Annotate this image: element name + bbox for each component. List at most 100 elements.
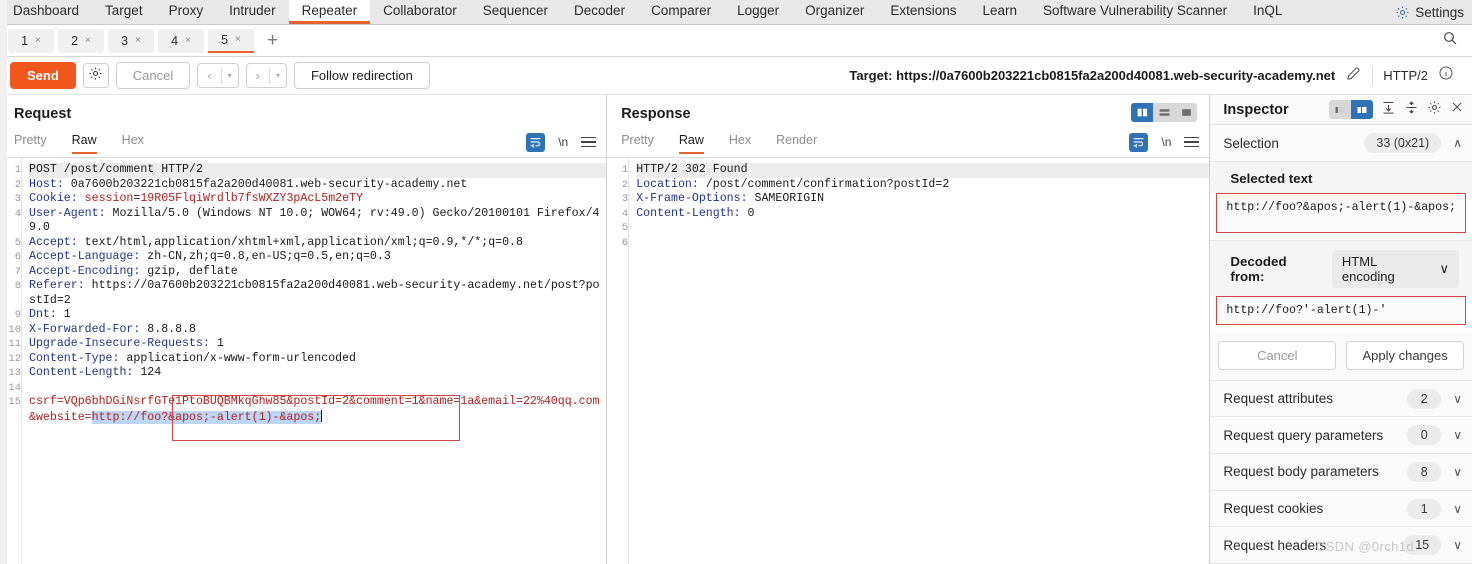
inspector-selection-row[interactable]: Selection 33 (0x21) ∧ [1210,125,1472,162]
repeater-tab-2[interactable]: 2 × [58,28,104,53]
split-horizontal-icon[interactable] [1153,103,1176,122]
header-value: application/x-www-form-urlencoded [119,351,357,365]
close-icon[interactable]: × [235,34,241,45]
divider [1372,66,1374,85]
row-count-badge: 15 [1403,535,1442,556]
main-tab-repeater[interactable]: Repeater [288,0,371,24]
main-tab-collaborator[interactable]: Collaborator [370,0,470,24]
header-value: Mozilla/5.0 (Windows NT 10.0; WOW64; rv:… [29,206,600,235]
request-tab-pretty[interactable]: Pretty [14,133,47,154]
chevron-down-icon[interactable]: ∨ [1453,538,1462,552]
repeater-tab-4[interactable]: 4 × [158,28,204,53]
request-tab-hex[interactable]: Hex [122,133,144,154]
repeater-tab-5[interactable]: 5 × [208,28,254,53]
repeater-tab-3[interactable]: 3 × [108,28,154,53]
inspector-row-request-headers[interactable]: Request headers 15 ∨ [1210,527,1472,564]
apply-changes-button[interactable]: Apply changes [1346,340,1464,370]
main-tab-logger[interactable]: Logger [724,0,792,24]
repeater-tab-1[interactable]: 1 × [8,28,54,53]
newline-icon[interactable]: \n [558,135,568,149]
chevron-down-icon[interactable]: ∨ [1453,465,1462,479]
prev-request-button[interactable]: ‹ [198,68,220,83]
panel-right-icon[interactable] [1351,100,1373,120]
next-request-button[interactable]: › [247,68,269,83]
hamburger-menu-icon[interactable] [581,136,597,148]
request-line-6: Accept-Language: zh-CN,zh;q=0.8,en-US;q=… [29,250,391,263]
collapse-all-icon[interactable] [1404,100,1419,120]
inspector-row-request-cookies[interactable]: Request cookies 1 ∨ [1210,490,1472,528]
pencil-icon[interactable] [1345,65,1362,87]
info-icon[interactable] [1438,65,1454,86]
selected-text-highlight[interactable]: http://foo?&apos;-alert(1)-&apos; [91,410,322,424]
send-button[interactable]: Send [10,62,76,89]
response-body-text[interactable]: HTTP/2 302 Found Location: /post/comment/… [629,158,1210,564]
hamburger-menu-icon[interactable] [1184,136,1200,148]
expand-all-icon[interactable] [1381,100,1396,120]
close-icon[interactable] [1450,100,1464,119]
main-tab-proxy[interactable]: Proxy [156,0,217,24]
response-tab-pretty[interactable]: Pretty [621,133,654,154]
back-nav-group[interactable]: ‹ ▾ [197,63,239,88]
main-tab-comparer[interactable]: Comparer [638,0,724,24]
cancel-button[interactable]: Cancel [115,62,191,89]
selection-label: Selection [1223,135,1279,151]
single-pane-icon[interactable] [1175,103,1198,122]
word-wrap-icon[interactable] [526,132,546,152]
inspector-row-request-attributes[interactable]: Request attributes 2 ∨ [1210,380,1472,418]
menu-spacer [1295,0,1387,24]
response-tab-render[interactable]: Render [776,133,817,154]
repeater-tab-label: 3 [121,33,129,48]
forward-nav-group[interactable]: › ▾ [245,63,287,88]
gear-icon[interactable] [1427,100,1442,120]
request-line-5: Accept: text/html,application/xhtml+xml,… [29,236,523,249]
chevron-down-icon[interactable]: ∨ [1453,502,1462,516]
cookie-value: 19R05FlqiWrdlb7fsWXZY3pAcL5m2eTY [140,192,363,205]
line-number: 6 [621,236,629,249]
follow-redirection-button[interactable]: Follow redirection [293,62,430,89]
main-tab-dashboard[interactable]: Dashboard [0,0,92,24]
search-icon[interactable] [1442,30,1458,51]
split-vertical-icon[interactable] [1131,103,1154,122]
word-wrap-icon[interactable] [1129,132,1149,152]
newline-icon[interactable]: \n [1161,135,1171,149]
inspector-row-request-body-parameters[interactable]: Request body parameters 8 ∨ [1210,454,1472,491]
cancel-button[interactable]: Cancel [1218,340,1337,370]
selected-text-value[interactable]: http://foo?&apos;-alert(1)-&apos; [1216,192,1466,233]
main-tab-label: Learn [982,3,1017,18]
chevron-down-icon[interactable]: ▾ [222,71,238,80]
response-tab-raw[interactable]: Raw [678,133,704,154]
main-tab-sequencer[interactable]: Sequencer [470,0,561,24]
chevron-down-icon[interactable]: ∨ [1453,428,1462,442]
response-tab-hex[interactable]: Hex [729,133,751,154]
main-tab-organizer[interactable]: Organizer [792,0,877,24]
panel-left-icon[interactable] [1329,100,1351,120]
close-icon[interactable]: × [135,35,141,46]
close-icon[interactable]: × [85,35,91,46]
main-tab-decoder[interactable]: Decoder [561,0,638,24]
chevron-down-icon[interactable]: ∨ [1453,392,1462,406]
close-icon[interactable]: × [35,35,41,46]
inspector-row-request-query-parameters[interactable]: Request query parameters 0 ∨ [1210,417,1472,455]
send-settings-button[interactable] [82,63,109,88]
settings-button[interactable]: Settings [1387,0,1472,24]
chevron-down-icon[interactable]: ▾ [270,71,286,80]
decoded-from-section: Decoded from: HTML encoding ∨ http://foo… [1210,240,1472,381]
main-tab-software-vulnerability-scanner[interactable]: Software Vulnerability Scanner [1030,0,1240,24]
request-body-text[interactable]: POST /post/comment HTTP/2 Host: 0a7600b20… [22,158,607,564]
decoding-select[interactable]: HTML encoding ∨ [1331,249,1459,288]
main-tab-learn[interactable]: Learn [969,0,1030,24]
main-tab-target[interactable]: Target [92,0,156,24]
row-label: Request attributes [1223,391,1333,407]
main-tab-extensions[interactable]: Extensions [877,0,969,24]
add-tab-button[interactable]: + [258,31,287,50]
main-tab-intruder[interactable]: Intruder [216,0,289,24]
request-editor[interactable]: 1 2 3 4 5 6 7 8 9 10 11 12 13 14 15 POST… [0,157,607,564]
decoded-value[interactable]: http://foo?'-alert(1)-' [1216,295,1466,325]
close-icon[interactable]: × [185,35,191,46]
main-tab-inql[interactable]: InQL [1240,0,1295,24]
response-editor[interactable]: 1 2 3 4 5 6 HTTP/2 302 Found Location: /p… [607,157,1210,564]
decoding-selected-option: HTML encoding [1341,253,1395,284]
decoded-from-label: Decoded from: [1230,253,1287,284]
chevron-up-icon[interactable]: ∧ [1453,136,1462,150]
request-tab-raw[interactable]: Raw [71,133,97,154]
